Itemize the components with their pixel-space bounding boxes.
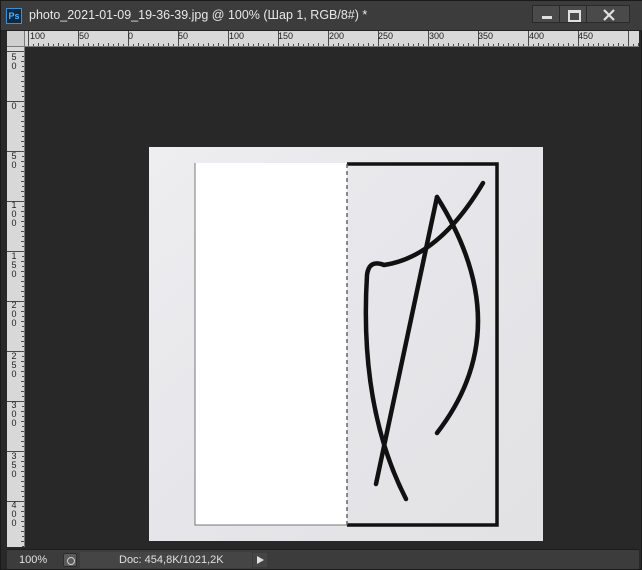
ruler-left-label: 50 bbox=[11, 52, 17, 71]
ruler-top-label: 400 bbox=[529, 31, 545, 41]
document-canvas[interactable] bbox=[149, 147, 543, 541]
ruler-top-label: 150 bbox=[278, 31, 294, 41]
close-button[interactable] bbox=[586, 5, 630, 23]
ruler-left-label: 250 bbox=[11, 351, 17, 379]
ruler-left-label: 200 bbox=[11, 300, 17, 328]
minimize-button[interactable] bbox=[532, 5, 560, 23]
ruler-origin-corner[interactable] bbox=[7, 31, 25, 47]
status-bar: 100% Doc: 454,8K/1021,2K bbox=[7, 549, 639, 569]
ruler-top-label: 100 bbox=[229, 31, 245, 41]
photoshop-document-window: Ps photo_2021-01-09_19-36-39.jpg @ 100% … bbox=[0, 0, 642, 570]
quick-share-icon[interactable] bbox=[63, 553, 77, 567]
ruler-top-label: 100 bbox=[30, 31, 46, 41]
horizontal-ruler[interactable]: 100 50 0 50 100 150 200 250 300 350 400 … bbox=[25, 31, 639, 47]
ruler-left-label: 150 bbox=[11, 251, 17, 279]
close-icon bbox=[603, 9, 615, 21]
document-size-info: Doc: 454,8K/1021,2K bbox=[119, 554, 224, 566]
ruler-left-label: 400 bbox=[11, 500, 17, 528]
maximize-button[interactable] bbox=[559, 5, 587, 23]
ruler-top-label: 0 bbox=[128, 31, 134, 41]
ruler-top-label: 50 bbox=[178, 31, 189, 41]
ruler-left-label: 0 bbox=[11, 101, 17, 111]
ruler-top-label: 50 bbox=[79, 31, 90, 41]
canvas-workspace[interactable] bbox=[25, 47, 639, 547]
ruler-top-label: 200 bbox=[329, 31, 345, 41]
zoom-level[interactable]: 100% bbox=[19, 554, 47, 566]
ruler-top-label: 450 bbox=[578, 31, 594, 41]
ruler-left-label: 300 bbox=[11, 400, 17, 428]
document-title: photo_2021-01-09_19-36-39.jpg @ 100% (Ша… bbox=[29, 8, 368, 22]
vertical-ruler[interactable]: 50 0 50 100 150 200 250 300 350 400 bbox=[7, 47, 25, 547]
status-menu-arrow-icon[interactable] bbox=[253, 553, 267, 567]
ruler-left-label: 50 bbox=[11, 151, 17, 170]
ruler-top-label: 250 bbox=[378, 31, 394, 41]
white-fill-layer bbox=[195, 163, 347, 525]
ruler-left-label: 350 bbox=[11, 451, 17, 479]
ruler-top-label: 300 bbox=[429, 31, 445, 41]
photoshop-app-icon: Ps bbox=[6, 8, 22, 24]
title-bar[interactable]: Ps photo_2021-01-09_19-36-39.jpg @ 100% … bbox=[1, 1, 642, 31]
document-artwork bbox=[149, 147, 543, 541]
ruler-top-label: 350 bbox=[478, 31, 494, 41]
ruler-left-label: 100 bbox=[11, 200, 17, 228]
